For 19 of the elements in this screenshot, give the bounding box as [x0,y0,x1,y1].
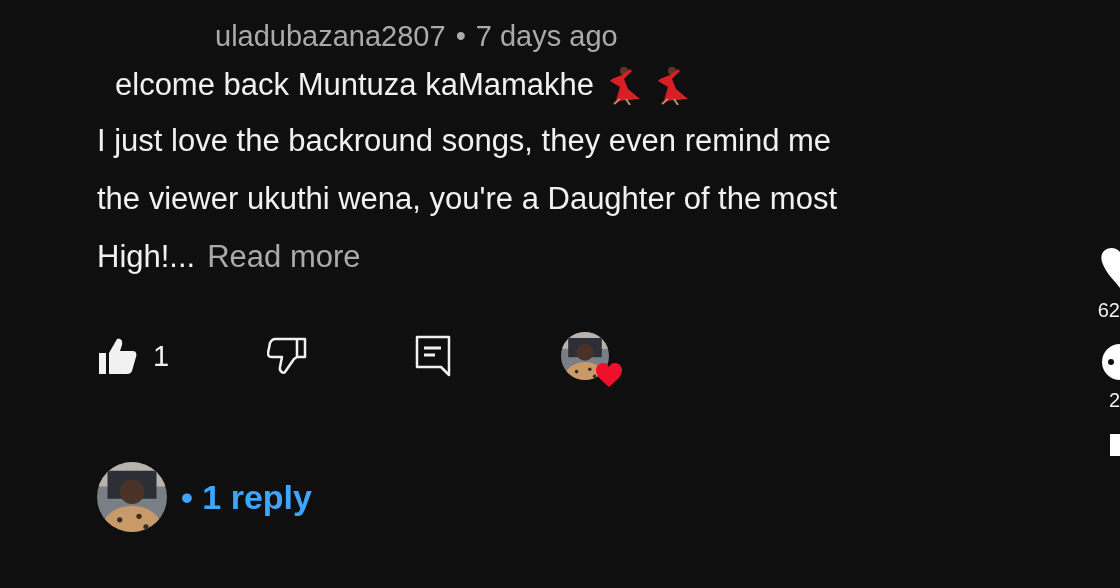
comment-author[interactable]: uladubazana2807 [215,14,446,58]
comment-text: I just love the backround songs, they even remind me [97,122,832,160]
avatar [561,332,610,380]
comment-time: 7 days ago [475,19,618,54]
thumbs-up-icon [97,337,137,375]
replies-button[interactable]: • 1 reply [97,462,1092,532]
read-more-link[interactable]: Read more [207,228,361,286]
reply-button[interactable] [415,335,452,377]
separator-dot: • [455,19,466,54]
dislike-button[interactable] [267,337,308,375]
comment-text: High!... [97,238,196,276]
action-count: 62 [1097,298,1120,323]
thumbs-down-icon [267,337,308,375]
action-count: 2 [1108,388,1120,413]
comment-text: the viewer ukuthi wena, you're a Daughter of the most [97,180,837,218]
comment-icon [415,335,452,377]
like-button[interactable]: 1 [97,337,170,375]
heart-icon[interactable] [1098,246,1120,290]
comment-text: elcome back Muntuza kaMamakhe [115,66,594,104]
